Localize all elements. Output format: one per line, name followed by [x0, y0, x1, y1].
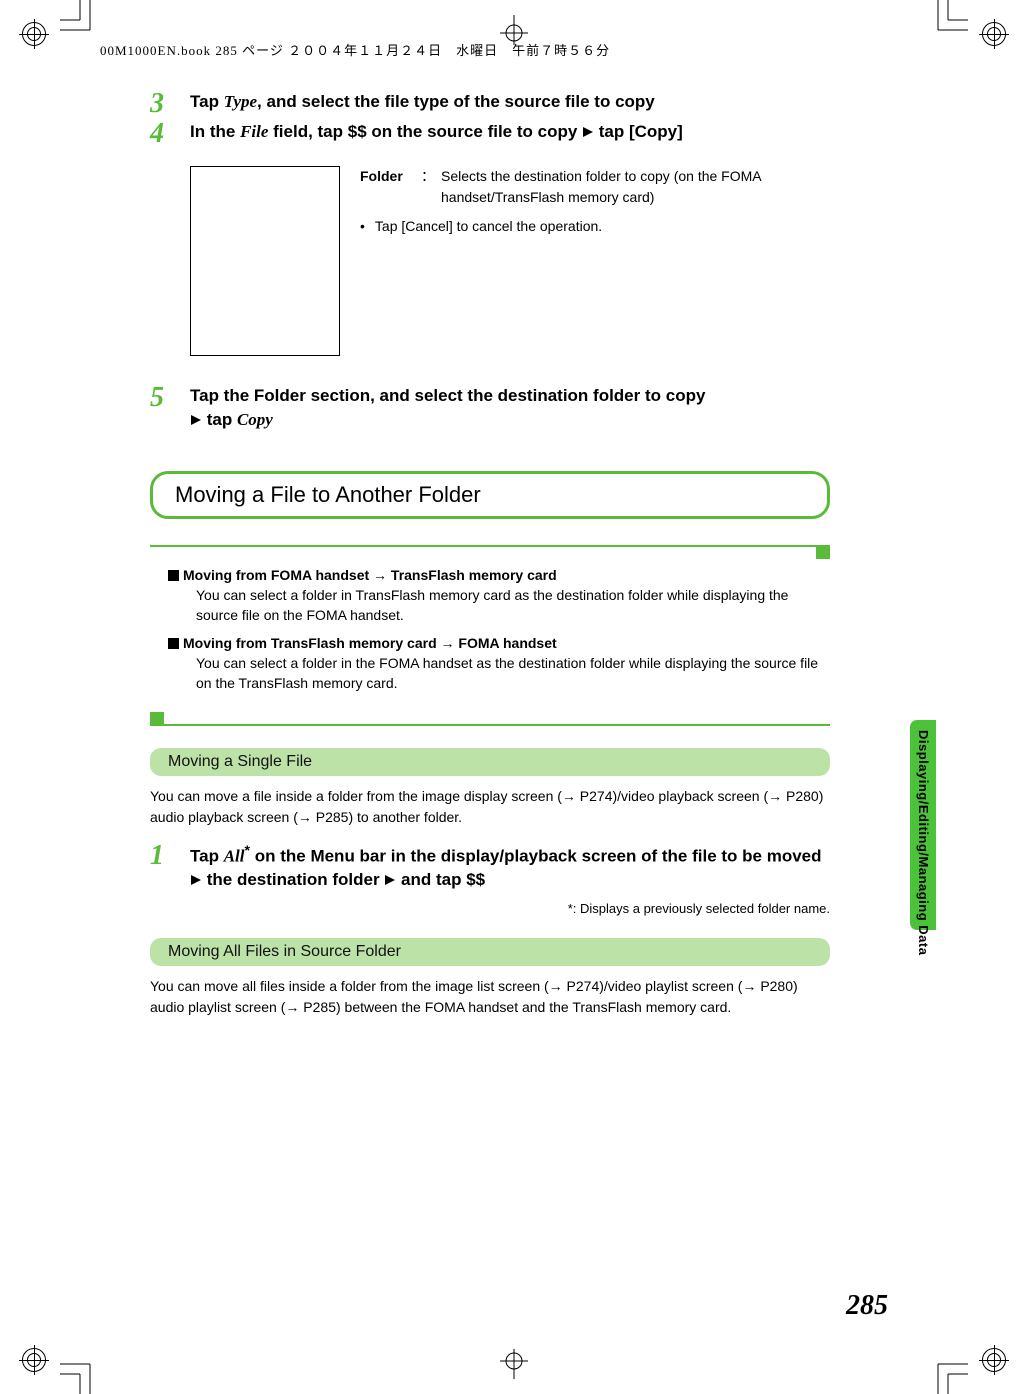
step-text: field, tap $$ on the source file to copy	[268, 122, 582, 141]
crop-mark-icon	[60, 0, 100, 40]
step-text: on the Menu bar in the display/playback …	[250, 846, 822, 865]
play-arrow-icon	[582, 121, 594, 145]
registration-mark-icon	[982, 1348, 1006, 1372]
crop-mark-icon	[928, 1354, 968, 1394]
step-text: Tap	[190, 846, 224, 865]
step-text: tap	[202, 410, 237, 429]
step-italic: Copy	[237, 410, 273, 429]
play-arrow-icon	[190, 409, 202, 433]
step-1b: 1 Tap All* on the Menu bar in the displa…	[150, 842, 830, 893]
square-bullet-icon	[168, 638, 179, 649]
step-italic: File	[240, 122, 268, 141]
body-paragraph: You can move all files inside a folder f…	[150, 976, 830, 1018]
step-text: tap [Copy]	[594, 122, 683, 141]
step-number: 1	[150, 842, 190, 893]
note-item: Moving from TransFlash memory card → FOM…	[168, 635, 830, 694]
subsection-heading: Moving a Single File	[150, 748, 830, 776]
footnote: *: Displays a previously selected folder…	[150, 901, 830, 916]
step-text: the destination folder	[202, 870, 384, 889]
step-number: 3	[150, 90, 190, 118]
header-metadata: 00M1000EN.book 285 ページ ２００４年１１月２４日 水曜日 午…	[100, 40, 928, 59]
info-description: Selects the destination folder to copy (…	[441, 166, 830, 208]
registration-mark-icon	[22, 1348, 46, 1372]
crop-mark-icon	[928, 0, 968, 40]
step-text: In the	[190, 122, 240, 141]
play-arrow-icon	[190, 869, 202, 893]
section-heading: Moving a File to Another Folder	[150, 471, 830, 519]
body-paragraph: You can move a file inside a folder from…	[150, 786, 830, 828]
registration-mark-icon	[982, 22, 1006, 46]
note-heading: Moving from TransFlash memory card → FOM…	[183, 635, 557, 651]
note-heading: Moving from FOMA handset → TransFlash me…	[183, 567, 557, 583]
crop-mark-icon	[60, 1354, 100, 1394]
step-3: 3 Tap Type, and select the file type of …	[150, 90, 830, 118]
info-label: Folder	[360, 166, 415, 208]
decorative-rule	[150, 712, 830, 726]
registration-mark-icon	[22, 22, 46, 46]
step-text: Tap	[190, 92, 224, 111]
bullet-icon: •	[360, 216, 365, 237]
step-text: and tap $$	[396, 870, 485, 889]
subsection-heading: Moving All Files in Source Folder	[150, 938, 830, 966]
colon: ：	[415, 166, 441, 208]
play-arrow-icon	[384, 869, 396, 893]
note-body: You can select a folder in the FOMA hand…	[196, 653, 830, 694]
page-number: 285	[846, 1290, 888, 1322]
side-tab-label: Displaying/Editing/Managing Data	[916, 730, 931, 955]
decorative-rule	[150, 545, 830, 559]
center-mark-icon	[494, 1349, 534, 1379]
step-text: , and select the file type of the source…	[257, 92, 655, 111]
info-block: Folder ： Selects the destination folder …	[190, 166, 830, 356]
section-heading-text: Moving a File to Another Folder	[175, 482, 805, 508]
screenshot-placeholder	[190, 166, 340, 356]
step-number: 5	[150, 384, 190, 433]
square-bullet-icon	[168, 570, 179, 581]
step-5: 5 Tap the Folder section, and select the…	[150, 384, 830, 433]
step-italic: Type	[224, 92, 257, 111]
step-text: Tap the Folder section, and select the d…	[190, 384, 830, 408]
step-4: 4 In the File field, tap $$ on the sourc…	[150, 120, 830, 148]
step-number: 4	[150, 120, 190, 148]
info-bullet-text: Tap [Cancel] to cancel the operation.	[375, 216, 602, 237]
step-italic: All	[224, 846, 245, 865]
note-item: Moving from FOMA handset → TransFlash me…	[168, 567, 830, 626]
note-body: You can select a folder in TransFlash me…	[196, 585, 830, 626]
